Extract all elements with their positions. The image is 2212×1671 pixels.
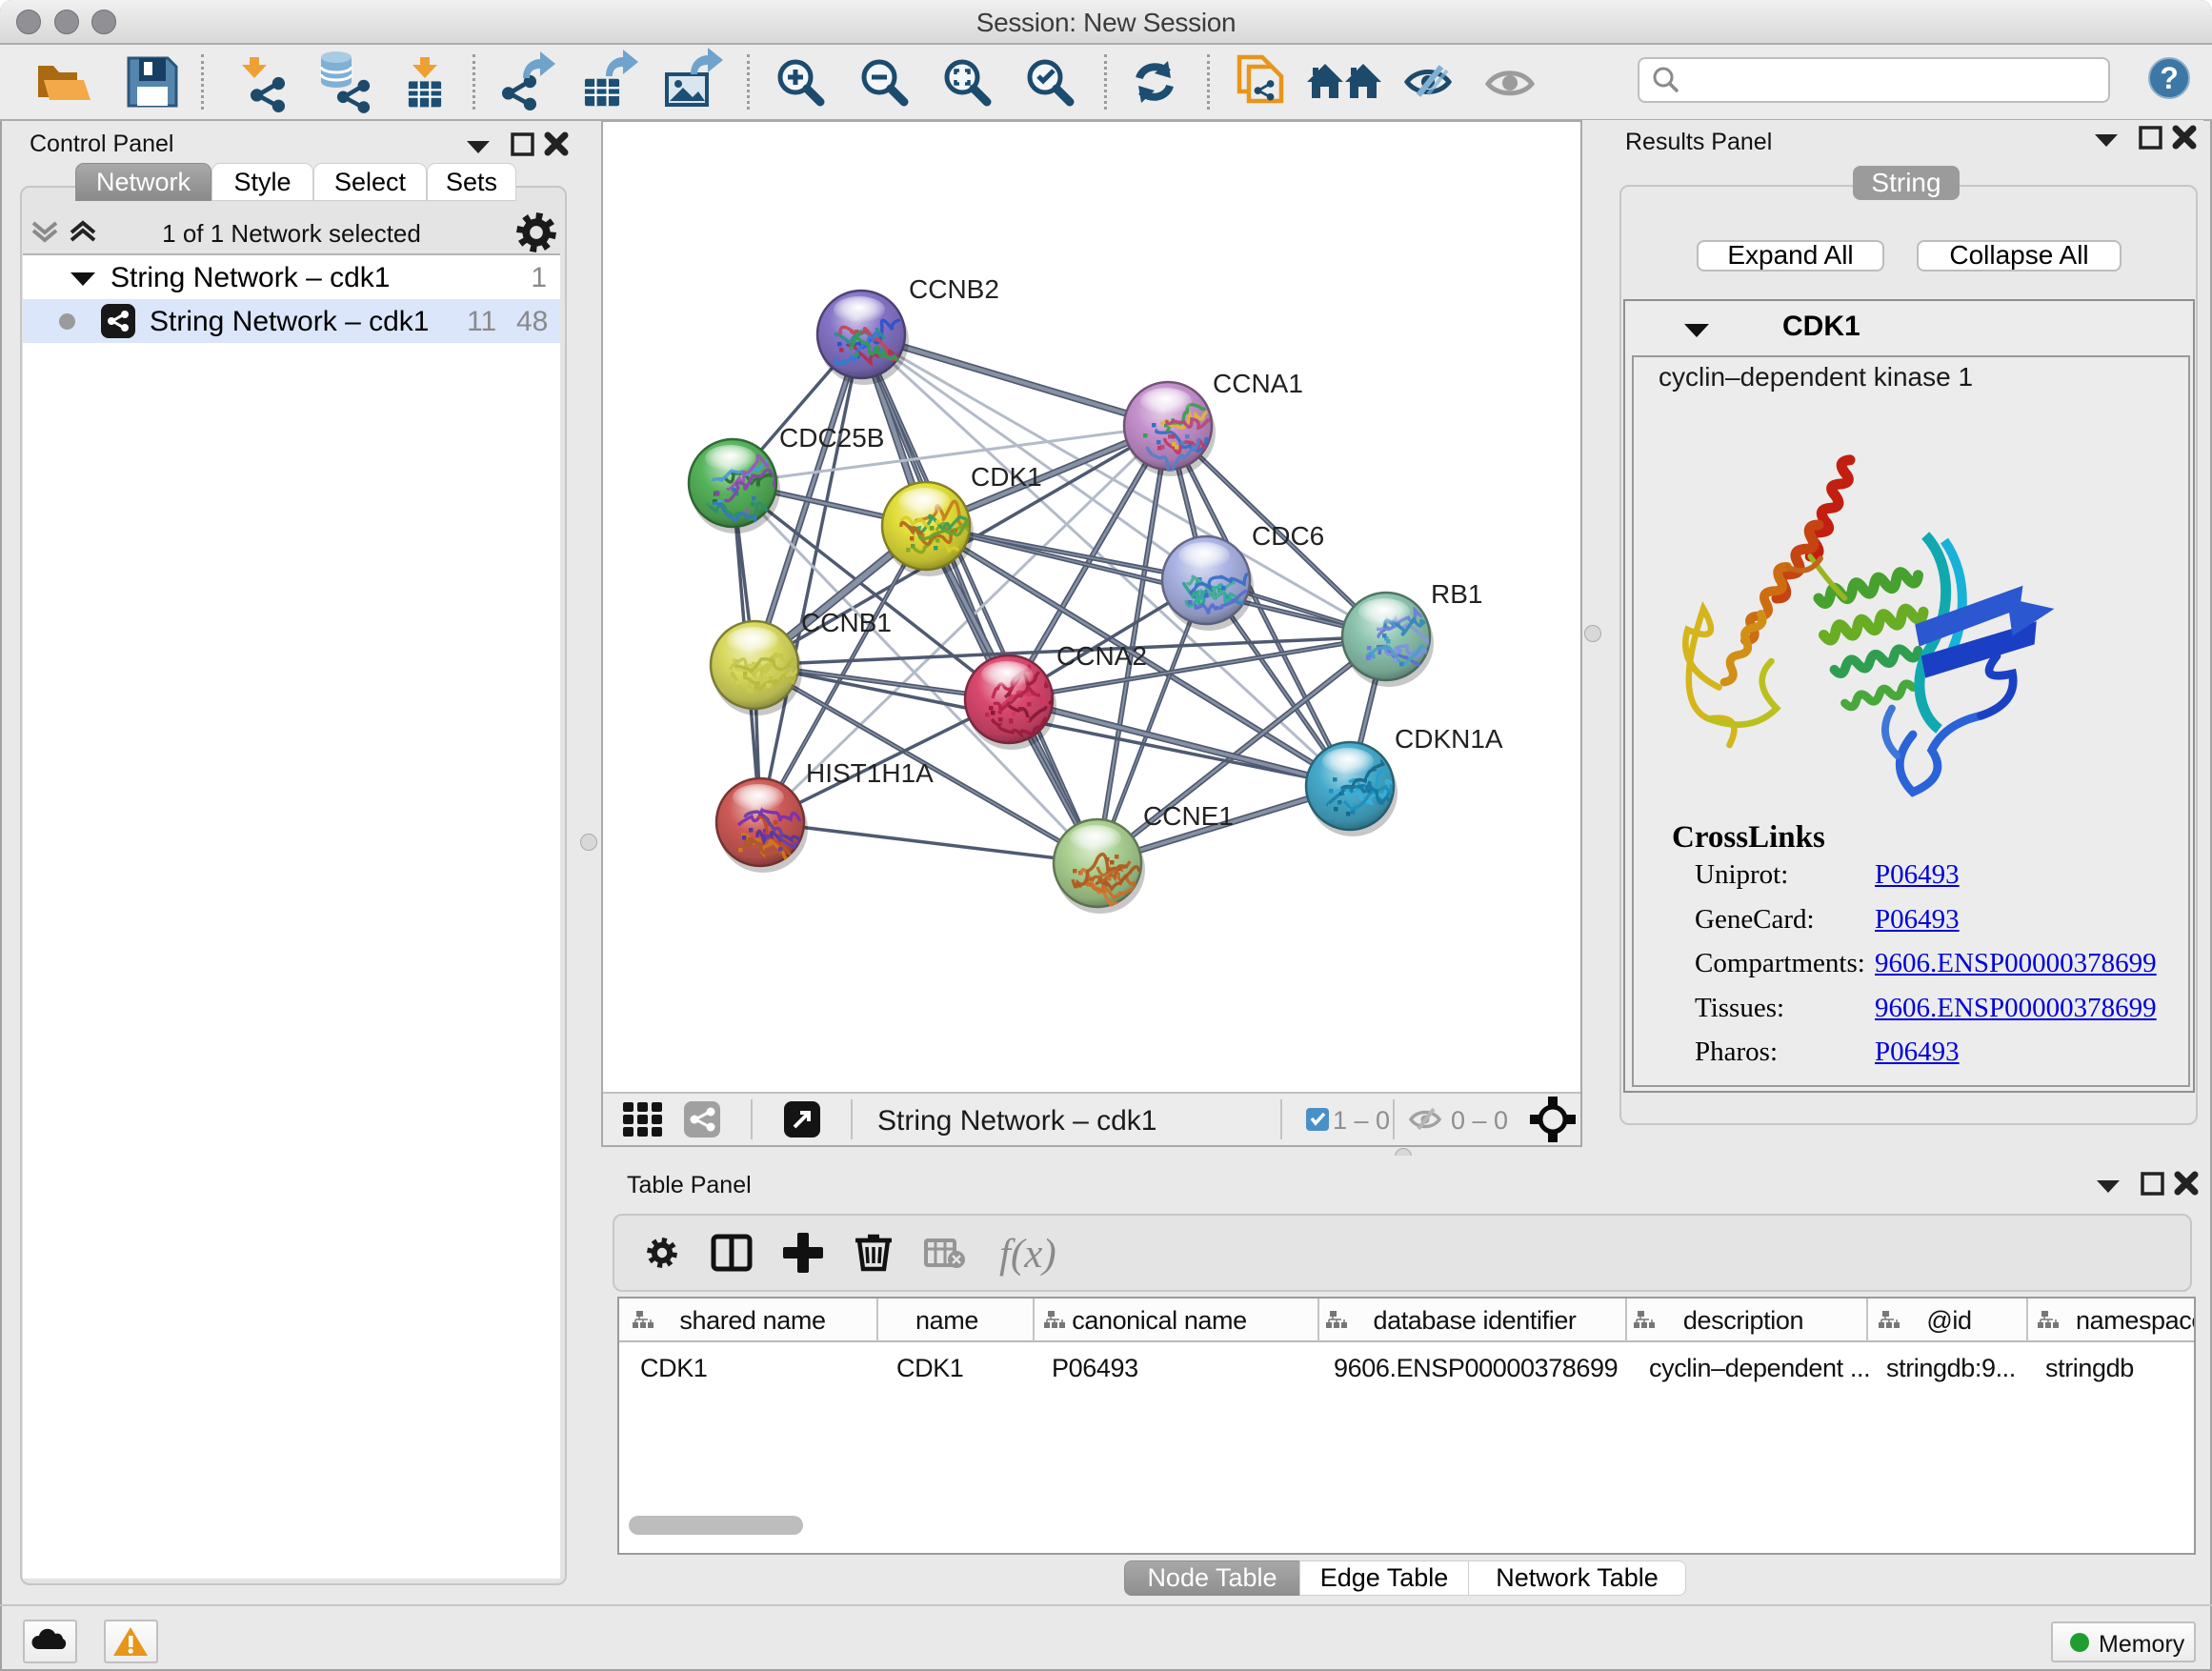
svg-text:CCNA2: CCNA2	[1056, 641, 1147, 671]
svg-text:CCNB1: CCNB1	[801, 608, 892, 637]
svg-text:stringdb: stringdb	[2045, 1354, 2134, 1382]
svg-text:1 – 0: 1 – 0	[1333, 1106, 1390, 1135]
svg-text:?: ?	[2160, 61, 2179, 95]
svg-text:CDK1: CDK1	[971, 462, 1042, 492]
svg-text:CCNE1: CCNE1	[1143, 801, 1234, 831]
svg-text:@id: @id	[1926, 1306, 1971, 1335]
svg-text:String Network – cdk1: String Network – cdk1	[877, 1105, 1156, 1137]
svg-text:stringdb:9...: stringdb:9...	[1886, 1354, 2016, 1382]
svg-text:cyclin–dependent ...: cyclin–dependent ...	[1649, 1354, 1870, 1382]
svg-text:description: description	[1683, 1306, 1803, 1335]
svg-text:CCNB2: CCNB2	[909, 274, 999, 304]
svg-text:9606.ENSP00000378699: 9606.ENSP00000378699	[1334, 1354, 1618, 1382]
svg-text:canonical name: canonical name	[1072, 1306, 1247, 1335]
svg-text:CDC25B: CDC25B	[779, 423, 884, 453]
svg-text:RB1: RB1	[1431, 579, 1482, 609]
svg-text:0 – 0: 0 – 0	[1451, 1106, 1508, 1135]
svg-text:HIST1H1A: HIST1H1A	[806, 758, 934, 788]
svg-text:f(x): f(x)	[999, 1232, 1056, 1277]
svg-text:CDC6: CDC6	[1252, 521, 1324, 551]
svg-text:CDK1: CDK1	[640, 1354, 707, 1382]
svg-text:shared name: shared name	[679, 1306, 825, 1335]
svg-text:namespace: namespace	[2076, 1306, 2194, 1335]
svg-text:CDK1: CDK1	[896, 1354, 963, 1382]
svg-text:database identifier: database identifier	[1373, 1306, 1576, 1335]
svg-text:P06493: P06493	[1052, 1354, 1138, 1382]
svg-text:CDKN1A: CDKN1A	[1395, 724, 1503, 754]
svg-text:CCNA1: CCNA1	[1213, 369, 1303, 398]
svg-text:name: name	[915, 1306, 978, 1335]
